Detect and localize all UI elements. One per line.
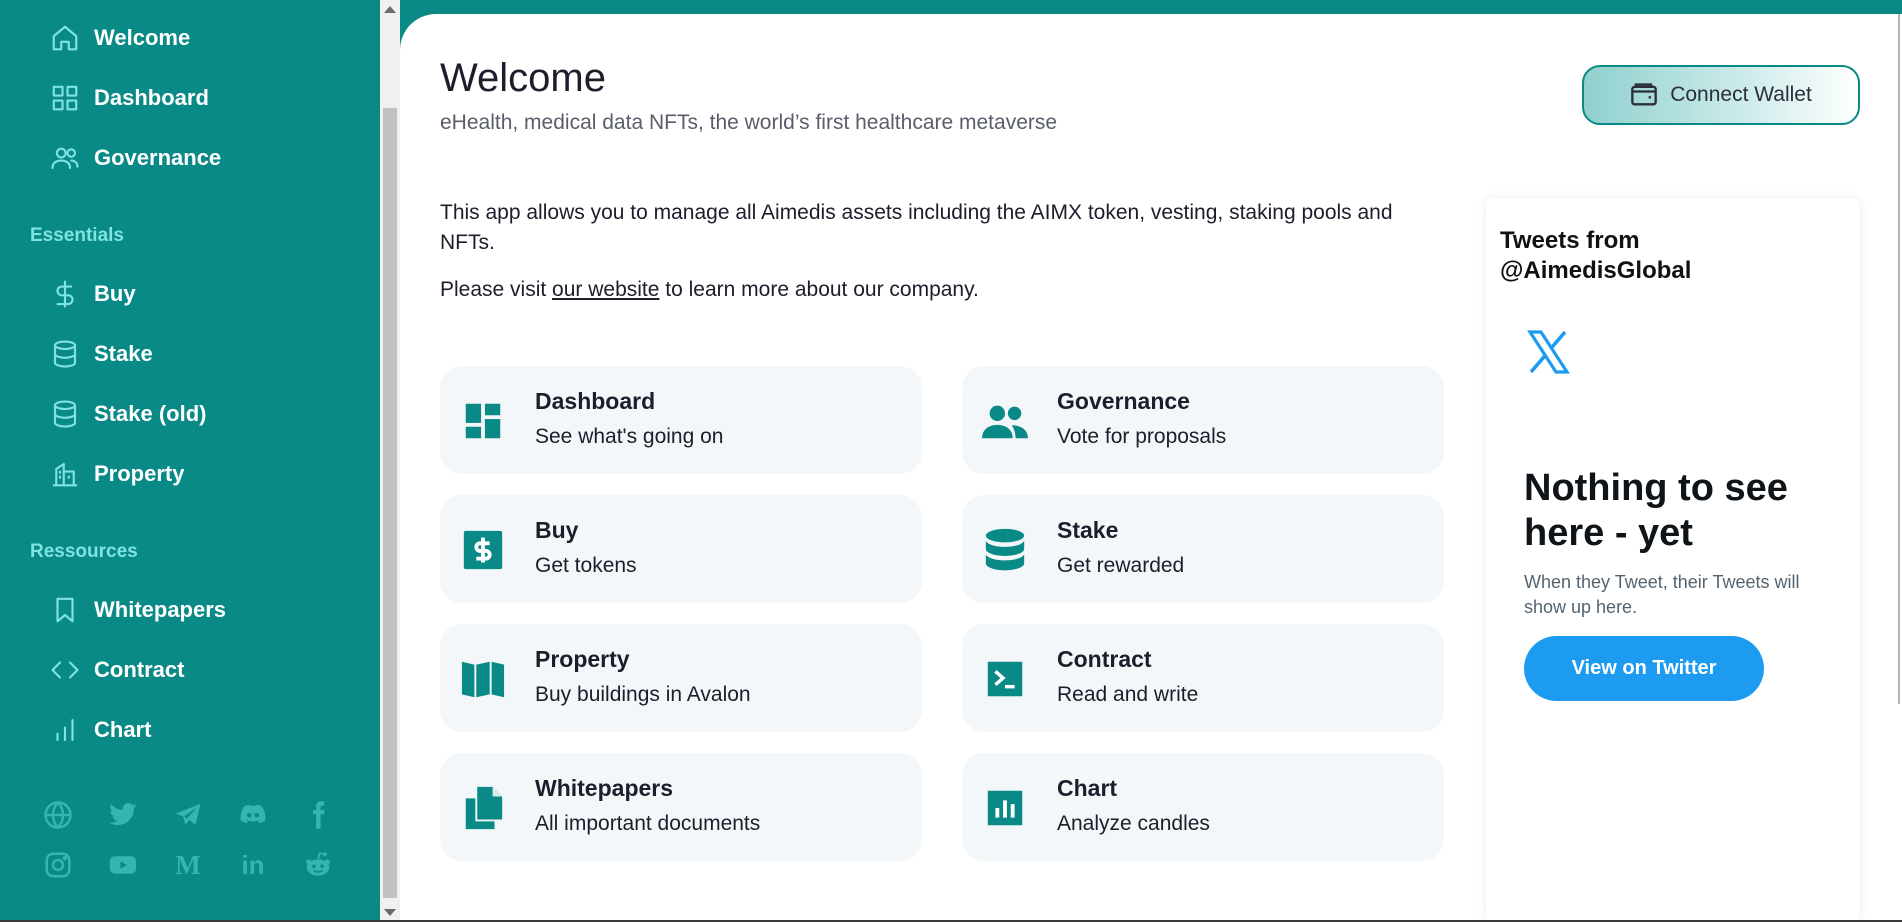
- sidebar-item-dashboard[interactable]: Dashboard: [48, 78, 209, 118]
- main-content: Welcome eHealth, medical data NFTs, the …: [400, 14, 1902, 922]
- database-icon: [982, 527, 1028, 573]
- sidebar-item-stake-old[interactable]: Stake (old): [48, 394, 206, 434]
- sidebar-item-stake[interactable]: Stake: [48, 334, 153, 374]
- discord-icon[interactable]: [233, 795, 273, 835]
- scroll-down-arrow[interactable]: [384, 909, 396, 916]
- youtube-icon[interactable]: [103, 845, 143, 885]
- card-desc: See what's going on: [535, 425, 724, 448]
- intro-paragraph: This app allows you to manage all Aimedi…: [440, 201, 1393, 254]
- card-whitepapers[interactable]: Whitepapers All important documents: [440, 753, 922, 861]
- twitter-icon[interactable]: [103, 795, 143, 835]
- sidebar-item-contract[interactable]: Contract: [48, 650, 184, 690]
- sidebar-item-label: Welcome: [94, 25, 191, 50]
- card-desc: Read and write: [1057, 683, 1199, 706]
- sidebar-item-label: Property: [94, 461, 185, 486]
- sidebar-item-property[interactable]: Property: [48, 454, 184, 494]
- sidebar-item-label: Whitepapers: [94, 597, 227, 622]
- card-contract[interactable]: Contract Read and write: [962, 624, 1444, 732]
- website-link[interactable]: our website: [552, 278, 659, 301]
- card-dashboard[interactable]: Dashboard See what's going on: [440, 366, 922, 474]
- medium-icon[interactable]: M: [168, 845, 208, 885]
- sidebar-item-label: Buy: [94, 281, 136, 306]
- documents-icon: [460, 785, 506, 831]
- reddit-icon[interactable]: [298, 845, 338, 885]
- card-title: Governance: [1057, 388, 1190, 414]
- section-title-essentials: Essentials: [30, 225, 124, 246]
- sidebar-item-label: Chart: [94, 717, 152, 742]
- card-chart[interactable]: Chart Analyze candles: [962, 753, 1444, 861]
- sidebar-scrollbar[interactable]: [380, 0, 400, 922]
- card-desc: Buy buildings in Avalon: [535, 683, 751, 706]
- linkedin-icon[interactable]: in: [233, 845, 273, 885]
- twitter-empty-desc: When they Tweet, their Tweets will show …: [1524, 572, 1800, 617]
- intro-visit-text: Please visit: [440, 278, 553, 301]
- card-governance[interactable]: Governance Vote for proposals: [962, 366, 1444, 474]
- chart-box-icon: [982, 785, 1028, 831]
- twitter-empty-title: Nothing to see here - yet: [1524, 467, 1788, 554]
- sidebar: Welcome Dashboard Governance Essentials …: [0, 0, 380, 922]
- x-logo-icon[interactable]: [1524, 328, 1572, 376]
- card-desc: Analyze candles: [1057, 812, 1210, 835]
- card-title: Buy: [535, 517, 579, 543]
- wallet-icon: [1631, 83, 1658, 106]
- sidebar-item-chart[interactable]: Chart: [48, 710, 151, 750]
- card-desc: Get tokens: [535, 554, 637, 577]
- connect-wallet-button[interactable]: Connect Wallet: [1582, 65, 1860, 125]
- terminal-icon: [982, 656, 1028, 702]
- dollar-icon: [48, 277, 82, 311]
- grid-icon: [48, 81, 82, 115]
- section-title-resources: Ressources: [30, 541, 138, 562]
- sidebar-item-governance[interactable]: Governance: [48, 138, 221, 178]
- card-title: Whitepapers: [535, 775, 674, 801]
- card-stake[interactable]: Stake Get rewarded: [962, 495, 1444, 603]
- twitter-widget: Tweets from @AimedisGlobal Nothing to se…: [1486, 198, 1860, 922]
- sidebar-item-welcome[interactable]: Welcome: [48, 18, 190, 58]
- card-title: Dashboard: [535, 388, 656, 414]
- building-icon: [48, 457, 82, 491]
- facebook-icon[interactable]: [298, 795, 338, 835]
- database-icon: [48, 397, 82, 431]
- page-title: Welcome: [440, 56, 606, 100]
- sidebar-item-label: Stake: [94, 341, 153, 366]
- page-scrollbar[interactable]: [1898, 14, 1900, 704]
- code-icon: [48, 653, 82, 687]
- connect-wallet-label: Connect Wallet: [1670, 83, 1812, 106]
- card-desc: Vote for proposals: [1057, 425, 1227, 448]
- card-desc: All important documents: [535, 812, 761, 835]
- view-on-twitter-button[interactable]: View on Twitter: [1524, 636, 1764, 701]
- card-title: Stake: [1057, 517, 1119, 543]
- globe-icon[interactable]: [38, 795, 78, 835]
- sidebar-item-whitepapers[interactable]: Whitepapers: [48, 590, 226, 630]
- twitter-widget-heading: Tweets from @AimedisGlobal: [1500, 227, 1692, 284]
- sidebar-item-buy[interactable]: Buy: [48, 274, 136, 314]
- card-property[interactable]: Property Buy buildings in Avalon: [440, 624, 922, 732]
- bookmark-icon: [48, 593, 82, 627]
- database-icon: [48, 337, 82, 371]
- bar-chart-icon: [48, 713, 82, 747]
- dashboard-icon: [460, 398, 506, 444]
- page-subtitle: eHealth, medical data NFTs, the world’s …: [440, 111, 1058, 134]
- instagram-icon[interactable]: [38, 845, 78, 885]
- card-buy[interactable]: Buy Get tokens: [440, 495, 922, 603]
- sidebar-item-label: Dashboard: [94, 85, 209, 110]
- intro-visit-paragraph: Please visit our website to learn more a…: [440, 278, 979, 302]
- sidebar-item-label: Stake (old): [94, 401, 207, 426]
- card-desc: Get rewarded: [1057, 554, 1185, 577]
- sidebar-item-label: Contract: [94, 657, 185, 682]
- intro-visit-text-after: to learn more about our company.: [659, 278, 979, 301]
- map-icon: [460, 656, 506, 702]
- scroll-thumb[interactable]: [383, 108, 397, 898]
- card-title: Chart: [1057, 775, 1118, 801]
- card-title: Property: [535, 646, 630, 672]
- users-icon: [48, 141, 82, 175]
- card-title: Contract: [1057, 646, 1152, 672]
- dollar-box-icon: [460, 527, 506, 573]
- home-icon: [48, 21, 82, 55]
- telegram-icon[interactable]: [168, 795, 208, 835]
- sidebar-item-label: Governance: [94, 145, 222, 170]
- scroll-up-arrow[interactable]: [384, 6, 396, 13]
- people-icon: [982, 398, 1028, 444]
